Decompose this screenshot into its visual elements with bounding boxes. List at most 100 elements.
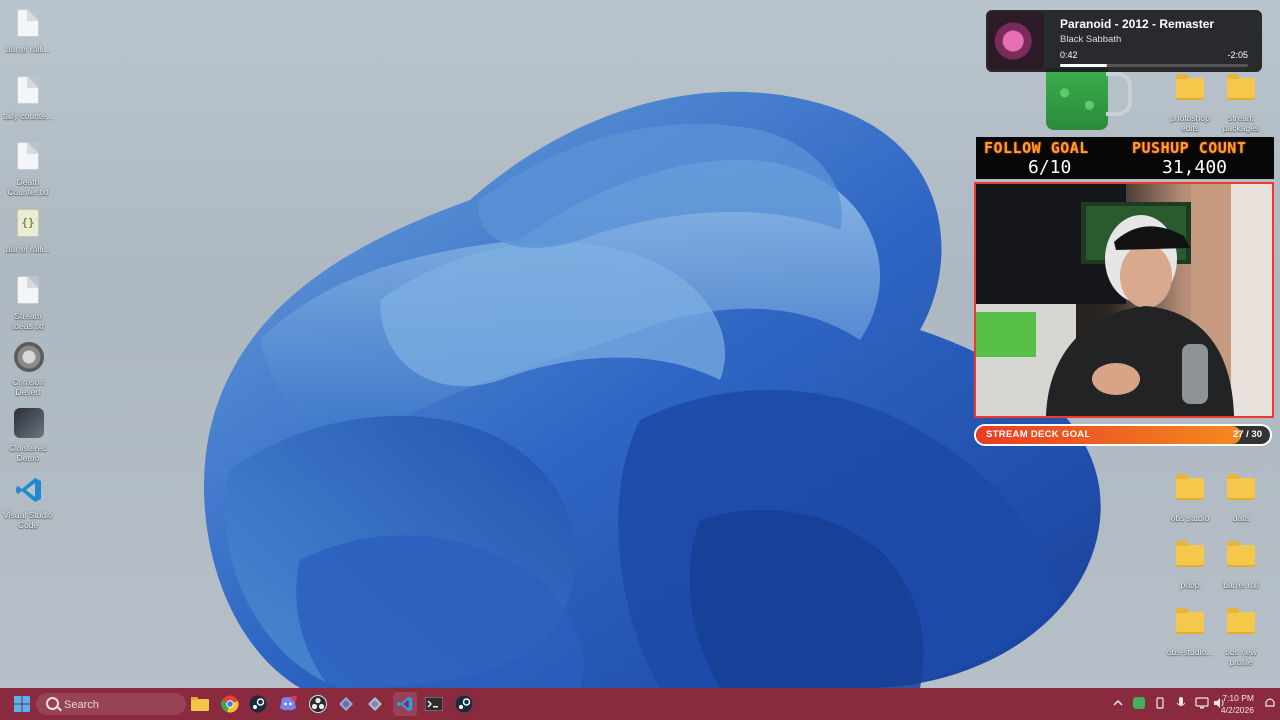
desktop-folder[interactable]: data — [1213, 470, 1269, 523]
folder-icon — [1227, 541, 1255, 577]
taskbar-discord[interactable] — [276, 692, 300, 716]
json-file-icon: {} — [14, 209, 42, 241]
taskbar-vscode[interactable] — [393, 692, 417, 716]
taskbar-search[interactable] — [36, 693, 186, 715]
taskbar-file-explorer[interactable] — [188, 692, 212, 716]
follow-goal-value: 6/10 — [1028, 157, 1072, 178]
taskbar-chrome[interactable] — [218, 692, 242, 716]
folder-icon — [1227, 474, 1255, 510]
desktop-icon[interactable]: Visual Studio Code — [0, 473, 56, 530]
pushup-count-value: 31,400 — [1162, 157, 1228, 178]
folder-icon — [1176, 474, 1204, 510]
desktop-icon-label: Crimson Desert — [12, 377, 44, 397]
desktop-icon-label: Death Counter.txt — [7, 177, 49, 197]
notifications-button[interactable] — [1264, 696, 1278, 710]
file-icon — [14, 276, 42, 308]
desktop-icon[interactable]: Death Counter.txt — [0, 139, 56, 197]
usb-icon — [1156, 697, 1164, 709]
desktop-icon[interactable]: barrel rolli... — [0, 6, 56, 54]
diamond-app-icon — [339, 697, 353, 711]
mug-handle — [1106, 72, 1132, 116]
taskbar-steam[interactable] — [452, 692, 476, 716]
pushup-count-heading: PUSHUP COUNT — [1132, 139, 1247, 157]
mug-overlay — [1046, 68, 1108, 130]
desktop-folder[interactable]: photoshop edits — [1162, 70, 1218, 133]
taskbar-clock[interactable]: 7:10 PM 4/2/2026 — [1221, 692, 1254, 716]
desktop-folder[interactable]: obs-studio... — [1162, 604, 1218, 657]
folder-icon — [1176, 608, 1204, 644]
diamond-app-icon — [368, 697, 382, 711]
clock-time: 7:10 PM — [1222, 693, 1254, 703]
search-icon — [46, 697, 59, 710]
desktop-icon[interactable]: {} barrel rolli... — [0, 206, 56, 254]
track-title: Paranoid - 2012 - Remaster — [1060, 17, 1215, 31]
tray-app[interactable] — [1153, 696, 1167, 710]
taskbar-obs[interactable] — [306, 692, 330, 716]
taskbar-app[interactable] — [334, 692, 358, 716]
file-icon — [14, 142, 42, 174]
desktop-folder[interactable]: obs new profile — [1213, 604, 1269, 667]
tray-app[interactable] — [1132, 696, 1146, 710]
taskbar: 7:10 PM 4/2/2026 — [0, 688, 1280, 720]
desktop-icon[interactable]: Stream Ideas.txt — [0, 273, 56, 331]
track-elapsed: 0:42 — [1060, 50, 1078, 60]
desktop-icon-label: Stream Ideas.txt — [11, 311, 45, 331]
desktop-icon-label: barrel rolli... — [5, 44, 51, 54]
goals-overlay: FOLLOW GOAL 6/10 PUSHUP COUNT 31,400 — [976, 137, 1274, 179]
windows-icon — [14, 696, 30, 712]
steam-icon — [249, 695, 267, 713]
vscode-icon — [397, 696, 413, 712]
track-progress-bar — [1060, 64, 1248, 67]
discord-icon — [280, 696, 297, 711]
desktop-folder[interactable]: barrel roll — [1213, 537, 1269, 590]
cloistered-icon — [14, 408, 44, 440]
folder-label: obs-studio... — [1166, 647, 1214, 657]
webcam-feed — [974, 182, 1274, 418]
steam-icon — [455, 695, 473, 713]
folder-icon — [1176, 74, 1204, 110]
folder-label: barrel roll — [1223, 580, 1259, 590]
folder-label: data — [1232, 513, 1250, 523]
track-remaining: -2:05 — [1227, 50, 1248, 60]
obs-icon — [309, 695, 327, 713]
file-icon — [14, 9, 42, 41]
shield-icon — [1133, 697, 1145, 709]
taskbar-app[interactable] — [363, 692, 387, 716]
microphone-icon — [1176, 697, 1186, 706]
stream-deck-goal-bar: STREAM DECK GOAL 27 / 30 — [974, 424, 1272, 446]
taskbar-steam[interactable] — [246, 692, 270, 716]
desktop-folder[interactable]: pobp — [1162, 537, 1218, 590]
file-explorer-icon — [191, 697, 209, 711]
desktop-icon[interactable]: Crimson Desert — [0, 340, 56, 397]
desktop-icon[interactable]: Cloistered Demo — [0, 406, 56, 463]
track-progress-fill — [1060, 64, 1107, 67]
webcam-scene — [976, 184, 1272, 416]
desktop-icon-label: Cloistered Demo — [8, 443, 48, 463]
desktop-icon-label: barrel rolli... — [5, 244, 51, 254]
folder-label: photoshop edits — [1170, 113, 1210, 133]
desktop-folder[interactable]: stream packages — [1213, 70, 1269, 133]
network-icon — [1195, 697, 1209, 709]
search-input[interactable] — [62, 696, 176, 714]
vscode-icon — [14, 475, 42, 507]
folder-icon — [1176, 541, 1204, 577]
bell-icon — [1265, 698, 1275, 707]
stream-deck-goal-label: STREAM DECK GOAL — [986, 429, 1091, 440]
terminal-icon — [425, 697, 443, 711]
tray-overflow-chevron[interactable] — [1111, 696, 1125, 710]
start-button[interactable] — [10, 692, 34, 716]
tray-network[interactable] — [1195, 696, 1209, 710]
desktop-icon[interactable]: tally counte... — [0, 73, 56, 121]
stream-deck-goal-count: 27 / 30 — [1232, 429, 1262, 440]
taskbar-terminal[interactable] — [422, 692, 446, 716]
now-playing-widget: Paranoid - 2012 - Remaster Black Sabbath… — [986, 10, 1262, 72]
desktop-folder[interactable]: obs studio — [1162, 470, 1218, 523]
folder-label: obs new profile — [1225, 647, 1257, 667]
desktop-icon-label: Visual Studio Code — [3, 510, 53, 530]
tray-app[interactable] — [1174, 696, 1188, 710]
folder-label: obs studio — [1170, 513, 1210, 523]
album-art — [988, 12, 1044, 70]
chrome-icon — [221, 695, 239, 713]
file-icon — [14, 76, 42, 108]
clock-date: 4/2/2026 — [1220, 705, 1254, 715]
